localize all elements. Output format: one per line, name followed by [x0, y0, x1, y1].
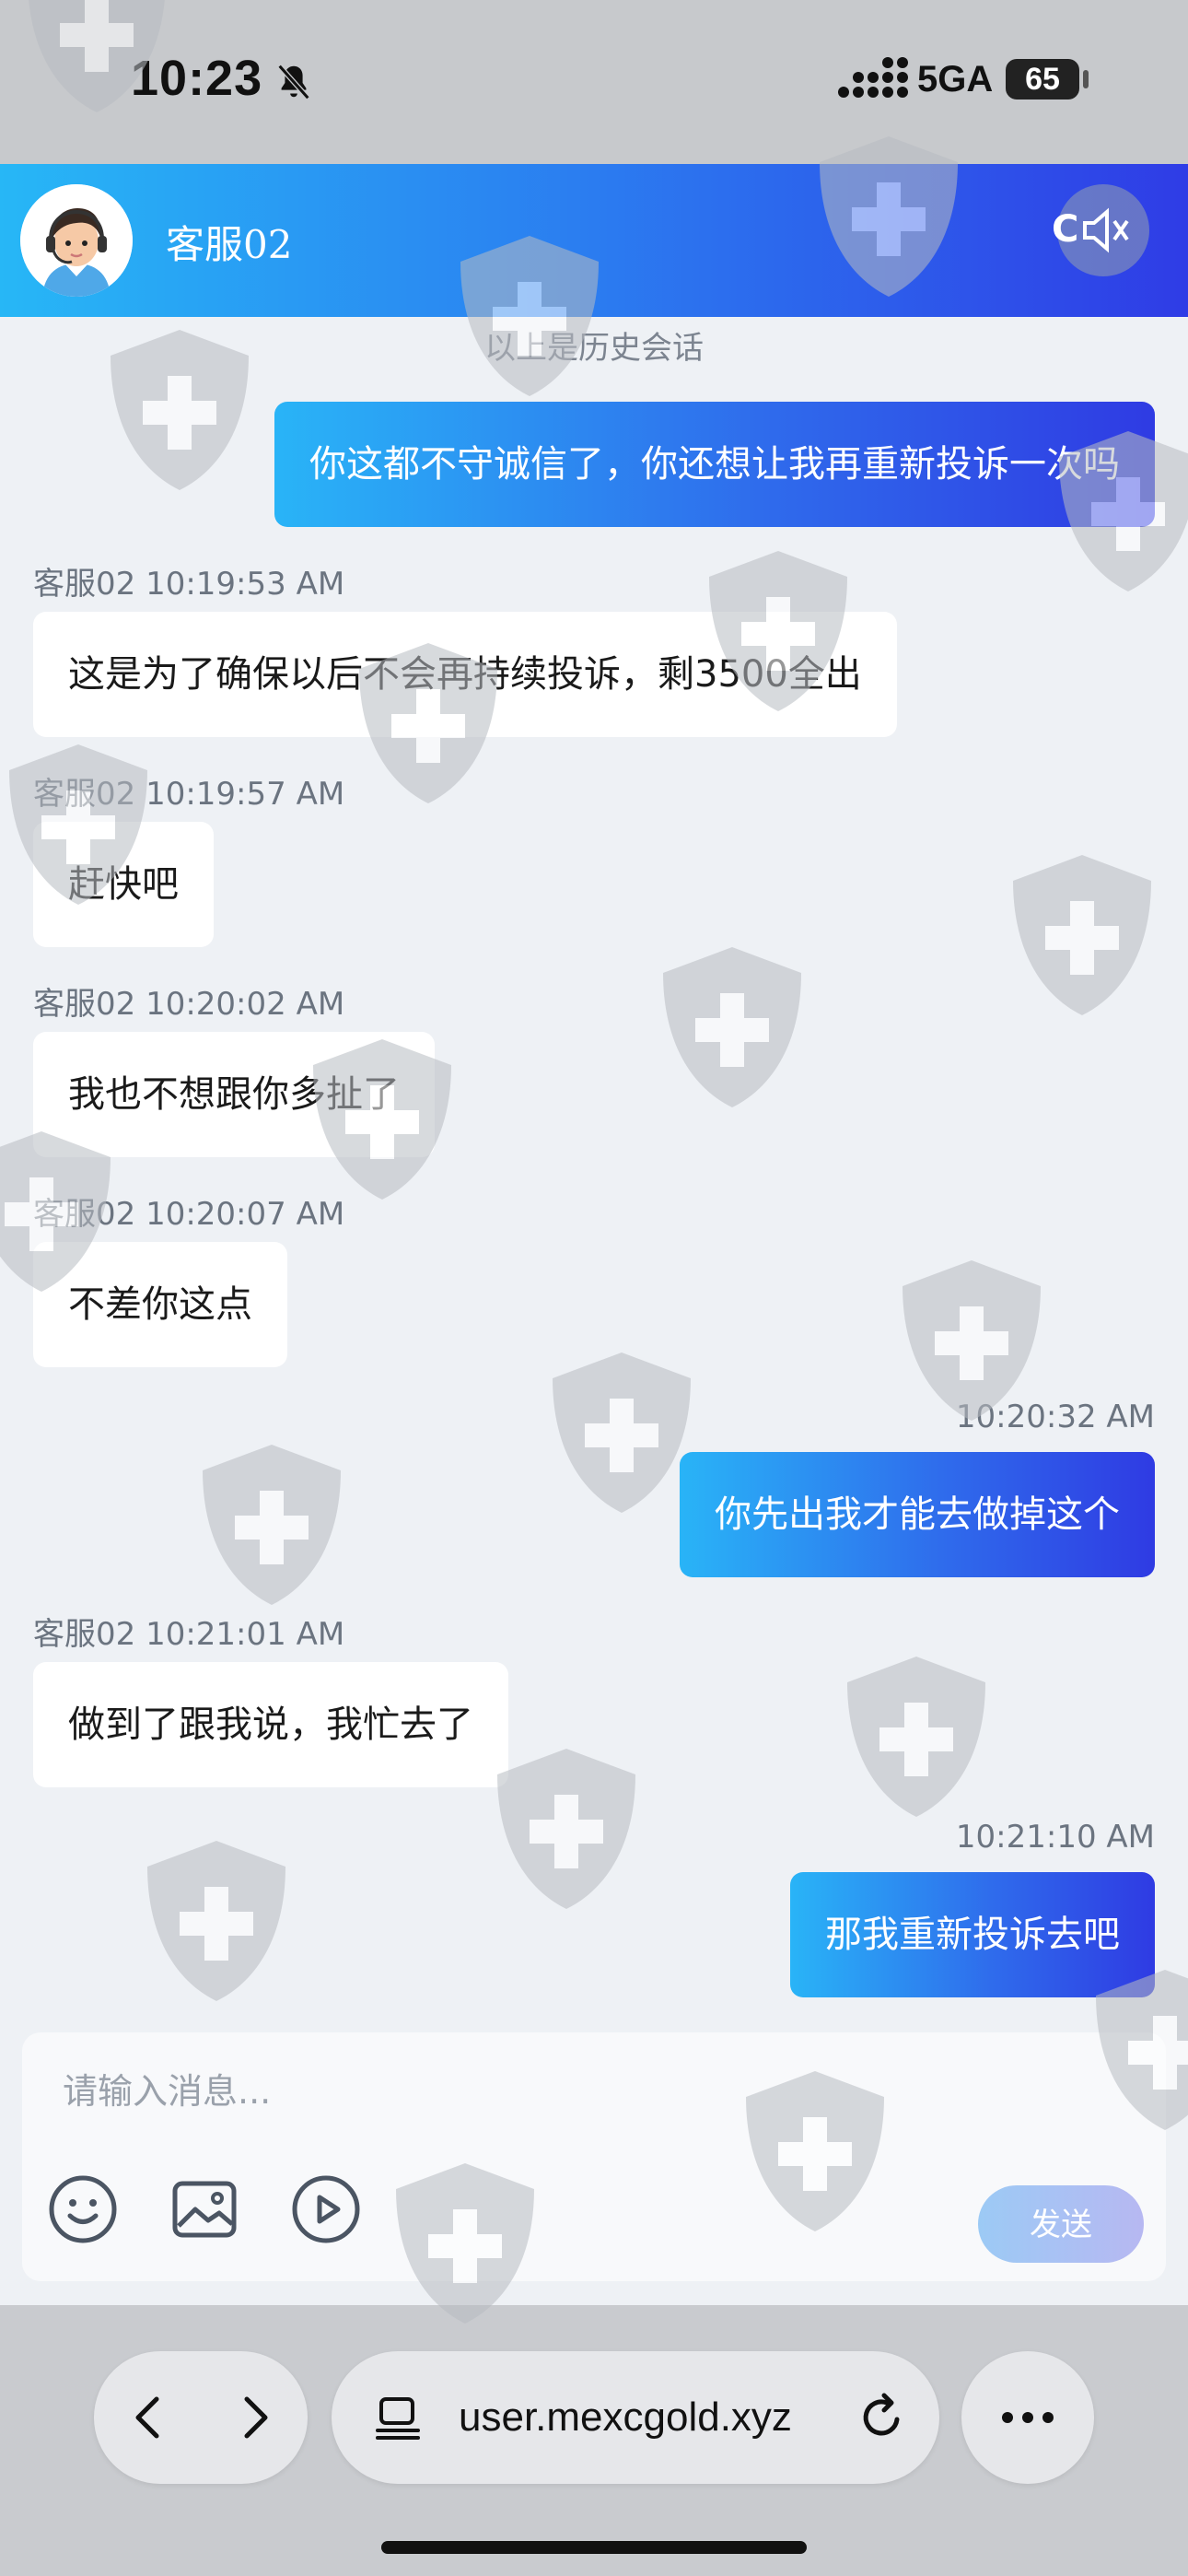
shield-watermark-icon [847, 1657, 985, 1817]
emoji-icon[interactable] [46, 2172, 120, 2246]
cellular-signal-icon [838, 57, 908, 98]
shield-watermark-icon [663, 947, 801, 1107]
message-bubble-outgoing: 那我重新投诉去吧 [790, 1872, 1155, 1997]
history-note: 以上是历史会话 [484, 330, 704, 367]
url-text: user.mexcgold.xyz [459, 2395, 792, 2440]
message-meta: 客服02 10:19:57 AM [33, 776, 345, 813]
battery-cap [1083, 70, 1089, 88]
message-meta: 10:20:32 AM [955, 1399, 1155, 1435]
page-menu-icon[interactable] [372, 2392, 424, 2443]
message-bubble-incoming: 赶快吧 [33, 822, 214, 947]
shield-watermark-icon [553, 1352, 691, 1513]
home-indicator [381, 2541, 807, 2554]
message-input[interactable] [44, 2047, 1140, 2136]
chat-header: 客服02 [0, 164, 1188, 317]
message-meta: 客服02 10:19:53 AM [33, 566, 345, 603]
message-bubble-incoming: 我也不想跟你多扯了 [33, 1032, 435, 1157]
more-options-button[interactable] [961, 2351, 1094, 2484]
image-icon[interactable] [168, 2172, 241, 2246]
agent-name: 客服02 [166, 222, 293, 267]
forward-icon[interactable] [228, 2392, 280, 2443]
status-bar: 10:23 5GA 65 [0, 0, 1188, 164]
message-bubble-outgoing: 你先出我才能去做掉这个 [680, 1452, 1155, 1577]
message-bubble-incoming: 不差你这点 [33, 1242, 287, 1367]
message-bubble-incoming: 做到了跟我说，我忙去了 [33, 1662, 508, 1787]
shield-watermark-icon [147, 1841, 285, 2001]
close-chat-button[interactable]: C [1052, 208, 1078, 251]
message-meta: 客服02 10:20:07 AM [33, 1196, 345, 1233]
shield-watermark-icon [203, 1445, 341, 1605]
back-icon[interactable] [123, 2392, 175, 2443]
browser-nav-group [94, 2351, 308, 2484]
more-dots-icon [1002, 2412, 1054, 2423]
video-play-icon[interactable] [289, 2172, 363, 2246]
reload-icon[interactable] [856, 2392, 908, 2443]
shield-watermark-icon [497, 1749, 635, 1909]
message-composer: 发送 [22, 2032, 1166, 2281]
send-button[interactable]: 发送 [978, 2185, 1144, 2263]
network-type: 5GA [917, 59, 994, 100]
message-meta: 10:21:10 AM [955, 1819, 1155, 1856]
bell-muted-icon [277, 64, 310, 100]
browser-toolbar: user.mexcgold.xyz [0, 2305, 1188, 2576]
message-meta: 客服02 10:20:02 AM [33, 986, 345, 1023]
message-meta: 客服02 10:21:01 AM [33, 1616, 345, 1653]
agent-avatar-icon [20, 184, 133, 297]
shield-watermark-icon [1013, 855, 1151, 1015]
status-time: 10:23 [131, 51, 263, 106]
battery-indicator: 65 [1006, 59, 1079, 100]
address-bar[interactable]: user.mexcgold.xyz [332, 2351, 939, 2484]
message-bubble-incoming: 这是为了确保以后不会再持续投诉，剩3500全出 [33, 612, 897, 737]
message-bubble-outgoing: 你这都不守诚信了，你还想让我再重新投诉一次吗 [274, 402, 1155, 527]
agent-avatar [20, 184, 133, 297]
